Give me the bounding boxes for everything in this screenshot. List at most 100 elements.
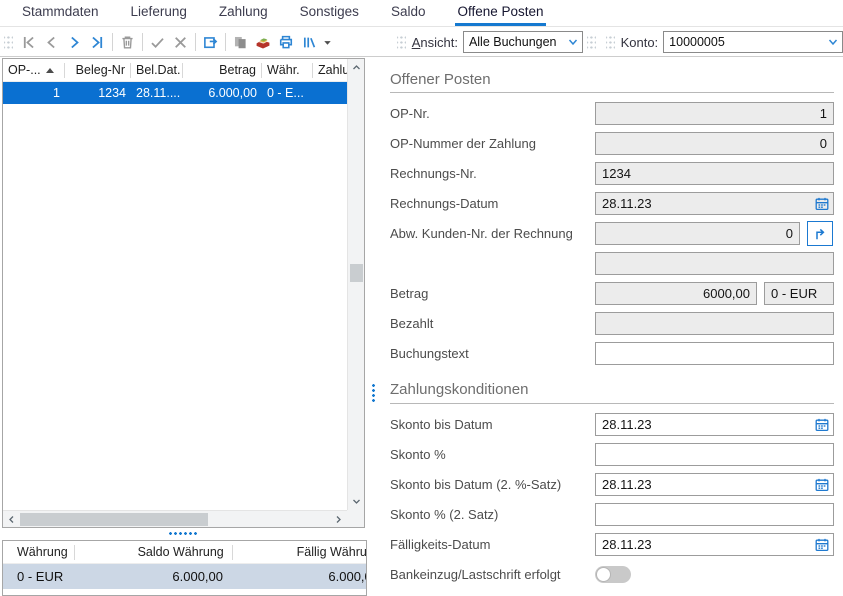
saldo-header-row: Währung Saldo Währung Fällig Währung <box>3 541 367 564</box>
tab-offene-posten[interactable]: Offene Posten <box>455 0 545 26</box>
horizontal-scroll-thumb[interactable] <box>20 513 208 526</box>
vertical-scroll-thumb[interactable] <box>350 264 363 282</box>
cell-waehrung: 0 - E... <box>262 86 313 100</box>
vertical-splitter-handle[interactable] <box>371 383 376 403</box>
form-row-rechnungs-nr: Rechnungs-Nr. <box>390 162 834 185</box>
transfer-icon[interactable] <box>199 30 222 54</box>
scroll-right-icon[interactable] <box>330 511 347 528</box>
chevron-down-icon <box>826 35 840 49</box>
copy-icon <box>229 30 252 54</box>
column-header-zahlung[interactable]: Zahlu <box>313 63 347 78</box>
section-title-zahlungskonditionen: Zahlungskonditionen <box>390 379 834 401</box>
toolbar-separator <box>112 33 113 51</box>
jump-to-record-button[interactable] <box>807 221 833 246</box>
form-row-bankeinzug: Bankeinzug/Lastschrift erfolgt <box>390 563 834 586</box>
print-forms-icon[interactable] <box>252 30 275 54</box>
column-header-betrag[interactable]: Betrag <box>183 63 262 78</box>
form-row-skonto-prozent-2: Skonto % (2. Satz) <box>390 503 834 526</box>
cell-op-nr: 1 <box>3 86 65 100</box>
nav-next-icon[interactable] <box>63 30 86 54</box>
calendar-icon[interactable] <box>813 536 830 553</box>
konto-label: Konto: <box>621 35 659 50</box>
field-label: Rechnungs-Datum <box>390 196 595 211</box>
cell-waehrung: 0 - EUR <box>3 569 73 584</box>
cancel-icon <box>169 30 192 54</box>
betrag-field <box>595 282 757 305</box>
saldo-table: Währung Saldo Währung Fällig Währung 0 -… <box>2 540 367 596</box>
tab-stammdaten[interactable]: Stammdaten <box>20 0 101 26</box>
ansicht-select[interactable]: Alle Buchungen <box>463 31 583 53</box>
konto-select-value: 10000005 <box>669 35 826 49</box>
column-header-waehr[interactable]: Währ. <box>262 63 313 78</box>
tab-sonstiges[interactable]: Sonstiges <box>298 0 361 26</box>
toggle-knob <box>596 567 611 582</box>
scroll-left-icon[interactable] <box>3 511 20 528</box>
skonto-prozent-2-field[interactable] <box>595 503 834 526</box>
cell-saldo: 6.000,00 <box>73 569 231 584</box>
column-header-beleg-nr[interactable]: Beleg-Nr <box>65 63 131 78</box>
form-row-skonto-bis-2: Skonto bis Datum (2. %-Satz) <box>390 473 834 496</box>
field-label: Betrag <box>390 286 595 301</box>
open-items-table: OP-... Beleg-Nr Bel.Dat. Betrag Währ. Za… <box>2 58 365 528</box>
cell-faellig: 6.000,00 <box>231 569 367 584</box>
form-row-skonto-bis: Skonto bis Datum <box>390 413 834 436</box>
scroll-up-icon[interactable] <box>348 59 365 76</box>
column-header-op-nr[interactable]: OP-... <box>3 63 65 78</box>
buchungstext-field[interactable] <box>595 342 834 365</box>
form-row-op-nr: OP-Nr. <box>390 102 834 125</box>
printer-icon[interactable] <box>275 30 298 54</box>
section-title-offener-posten: Offener Posten <box>390 70 834 90</box>
column-header-waehrung[interactable]: Währung <box>3 545 75 560</box>
table-header-row: OP-... Beleg-Nr Bel.Dat. Betrag Währ. Za… <box>3 59 347 82</box>
form-row-skonto-prozent: Skonto % <box>390 443 834 466</box>
tab-saldo[interactable]: Saldo <box>389 0 428 26</box>
konto-select[interactable]: 10000005 <box>663 31 843 53</box>
field-label: Fälligkeits-Datum <box>390 537 595 552</box>
toolbar-separator <box>225 33 226 51</box>
toolbar-grip <box>606 35 615 50</box>
column-header-bel-dat[interactable]: Bel.Dat. <box>131 63 183 78</box>
field-label: Skonto % (2. Satz) <box>390 507 595 522</box>
horizontal-scrollbar[interactable] <box>3 510 347 527</box>
field-label: Skonto bis Datum (2. %-Satz) <box>390 477 595 492</box>
field-label: Rechnungs-Nr. <box>390 166 595 181</box>
field-label: OP-Nr. <box>390 106 595 121</box>
tab-lieferung[interactable]: Lieferung <box>129 0 189 26</box>
reports-icon[interactable] <box>298 30 321 54</box>
skonto-prozent-field[interactable] <box>595 443 834 466</box>
vertical-scrollbar[interactable] <box>347 59 364 510</box>
column-header-saldo-waehrung[interactable]: Saldo Währung <box>75 545 233 560</box>
field-label: Buchungstext <box>390 346 595 361</box>
op-nr-field <box>595 102 834 125</box>
faelligkeits-datum-field[interactable] <box>595 533 834 556</box>
saldo-table-inner: Währung Saldo Währung Fällig Währung 0 -… <box>3 541 367 589</box>
betrag-currency-field[interactable]: 0 - EUR <box>764 282 834 305</box>
horizontal-splitter-handle[interactable] <box>168 531 198 536</box>
nav-last-icon[interactable] <box>86 30 109 54</box>
saldo-row[interactable]: 0 - EUR 6.000,00 6.000,00 <box>3 564 367 589</box>
section-rule <box>390 92 834 93</box>
field-label: Skonto % <box>390 447 595 462</box>
form-row-betrag: Betrag 0 - EUR <box>390 282 834 305</box>
skonto-bis-datum-2-field[interactable] <box>595 473 834 496</box>
cell-betrag: 6.000,00 <box>183 86 262 100</box>
bankeinzug-toggle[interactable] <box>595 566 631 583</box>
column-header-faellig-waehrung[interactable]: Fällig Währung <box>233 545 367 560</box>
abw-kunden-nr-field <box>595 222 800 245</box>
calendar-icon[interactable] <box>813 195 830 212</box>
table-row-selected[interactable]: 1 1234 28.11.... 6.000,00 0 - E... <box>3 82 347 104</box>
toolbar-separator <box>142 33 143 51</box>
open-items-grid: OP-... Beleg-Nr Bel.Dat. Betrag Währ. Za… <box>3 59 347 510</box>
reports-dropdown-caret-icon[interactable] <box>321 30 335 54</box>
toolbar: Ansicht: Alle Buchungen Konto: 10000005 <box>0 28 843 57</box>
calendar-icon[interactable] <box>813 416 830 433</box>
field-label: OP-Nummer der Zahlung <box>390 136 595 151</box>
nav-prev-icon <box>40 30 63 54</box>
skonto-bis-datum-field[interactable] <box>595 413 834 436</box>
tab-zahlung[interactable]: Zahlung <box>217 0 270 26</box>
scroll-down-icon[interactable] <box>348 493 365 510</box>
calendar-icon[interactable] <box>813 476 830 493</box>
cell-bel-dat: 28.11.... <box>131 86 183 100</box>
form-row-rechnungs-datum: Rechnungs-Datum <box>390 192 834 215</box>
form-row-bezahlt: Bezahlt <box>390 312 834 335</box>
